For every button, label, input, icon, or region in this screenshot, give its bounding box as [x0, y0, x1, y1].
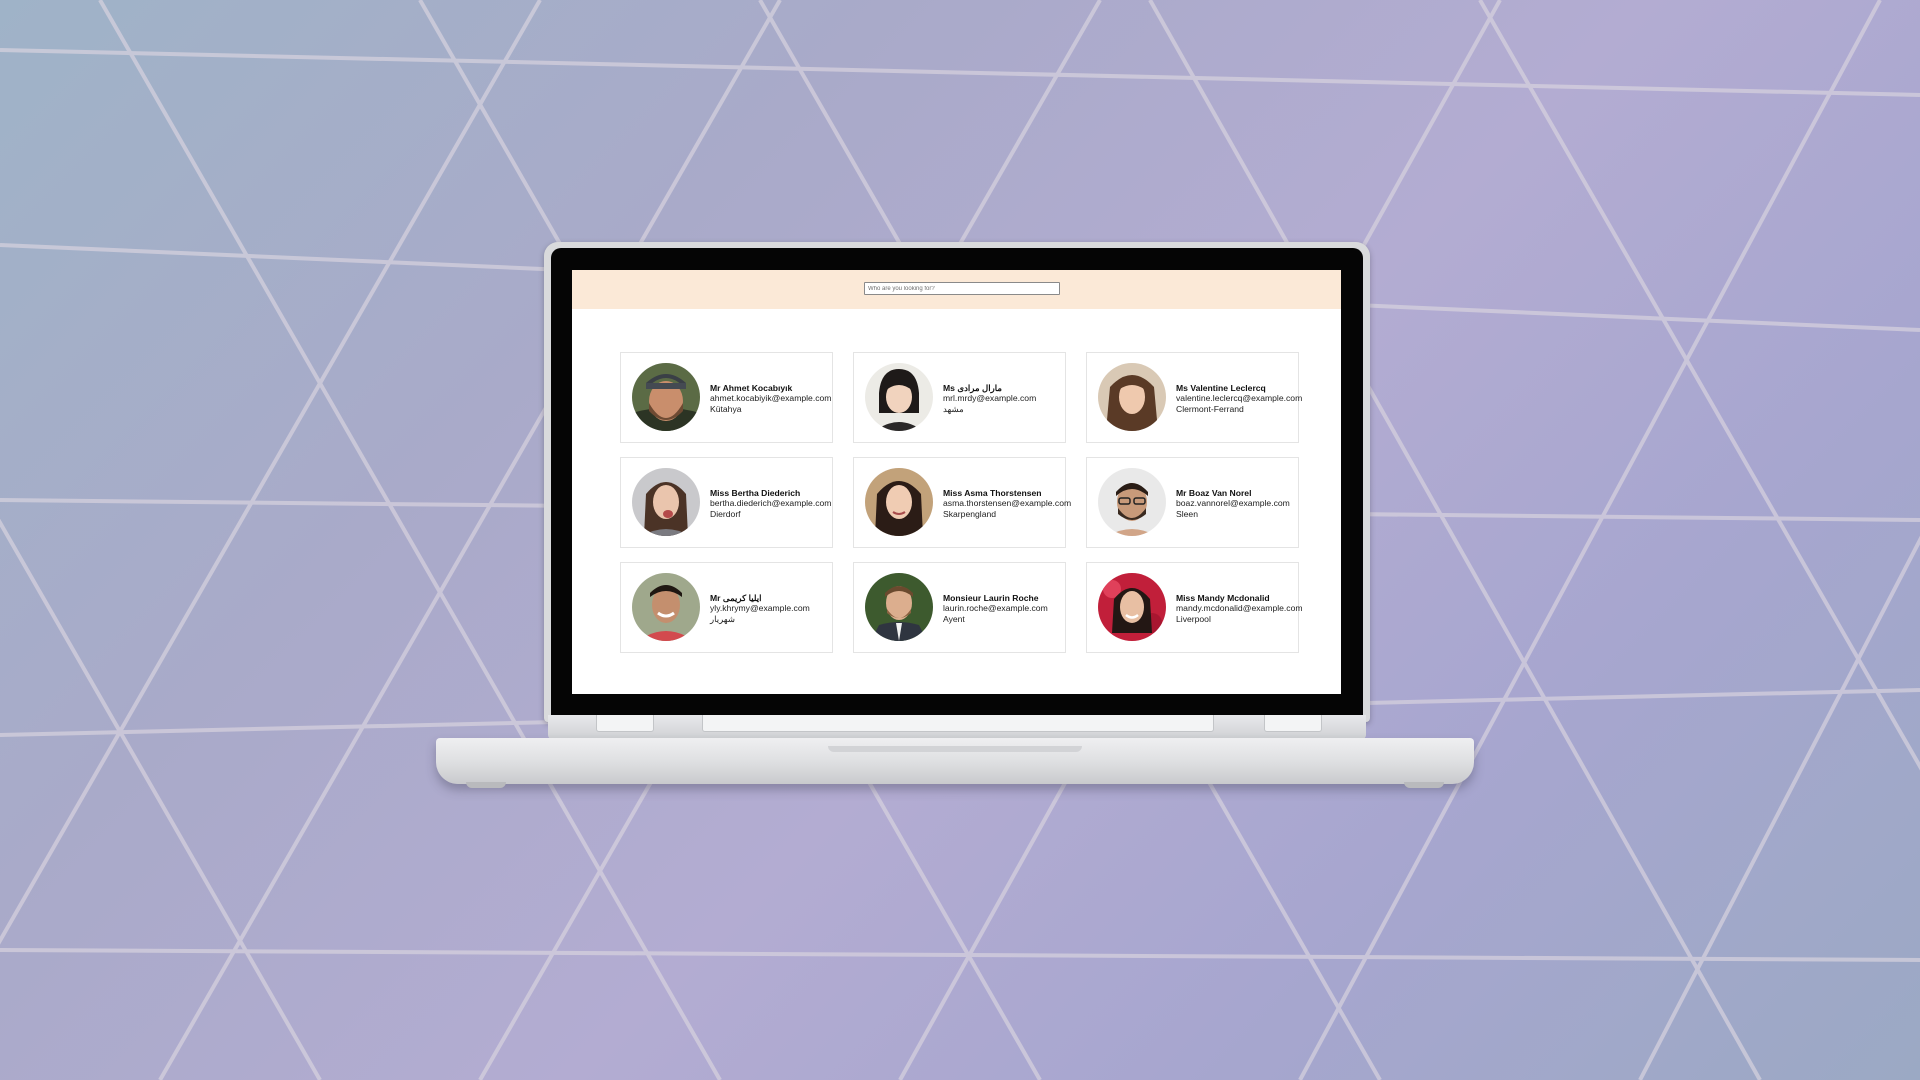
hinge-notch-right — [1264, 715, 1322, 732]
avatar — [865, 363, 933, 431]
avatar — [632, 468, 700, 536]
person-email: bertha.diederich@example.com — [710, 498, 832, 509]
laptop-foot-left — [466, 782, 506, 788]
avatar — [865, 573, 933, 641]
person-card[interactable]: Monsieur Laurin Roche laurin.roche@examp… — [853, 562, 1066, 653]
person-email: valentine.leclercq@example.com — [1176, 393, 1303, 404]
laptop-base — [436, 738, 1474, 784]
person-info: Mr Ahmet Kocabıyık ahmet.kocabiyik@examp… — [710, 383, 832, 414]
avatar — [632, 363, 700, 431]
person-city: Kütahya — [710, 403, 742, 414]
person-name: Ms مارال مرادی — [943, 383, 1003, 393]
person-city: Sleen — [1176, 508, 1198, 519]
person-name: Ms Valentine Leclercq — [1176, 383, 1266, 393]
person-card[interactable]: Miss Asma Thorstensen asma.thorstensen@e… — [853, 457, 1072, 548]
person-info: Mr ایلیا کریمی yly.khrymy@example.com شه… — [710, 593, 830, 624]
person-info: Miss Mandy Mcdonalid mandy.mcdonalid@exa… — [1176, 593, 1303, 624]
person-email: laurin.roche@example.com — [943, 603, 1048, 614]
person-name: Miss Asma Thorstensen — [943, 488, 1042, 498]
person-email: mrl.mrdy@example.com — [943, 393, 1037, 404]
hinge-notch-left — [596, 715, 654, 732]
laptop-screen: Mr Ahmet Kocabıyık ahmet.kocabiyik@examp… — [572, 270, 1341, 694]
avatar — [1098, 573, 1166, 641]
avatar — [865, 468, 933, 536]
person-info: Miss Bertha Diederich bertha.diederich@e… — [710, 488, 832, 519]
person-card[interactable]: Mr ایلیا کریمی yly.khrymy@example.com شه… — [620, 562, 833, 653]
person-info: Mr Boaz Van Norel boaz.vannorel@example.… — [1176, 488, 1296, 519]
hinge-notch-center — [702, 715, 1214, 732]
person-card[interactable]: Miss Bertha Diederich bertha.diederich@e… — [620, 457, 833, 548]
person-city: مشهد — [943, 403, 964, 414]
avatar — [1098, 363, 1166, 431]
person-card[interactable]: Mr Boaz Van Norel boaz.vannorel@example.… — [1086, 457, 1299, 548]
person-info: Ms مارال مرادی mrl.mrdy@example.com مشهد — [943, 383, 1063, 414]
search-input[interactable] — [864, 282, 1060, 295]
person-email: ahmet.kocabiyik@example.com — [710, 393, 832, 404]
person-name: Mr ایلیا کریمی — [710, 593, 762, 603]
person-card[interactable]: Ms مارال مرادی mrl.mrdy@example.com مشهد — [853, 352, 1066, 443]
avatar — [632, 573, 700, 641]
person-city: Clermont-Ferrand — [1176, 403, 1244, 414]
person-card[interactable]: Ms Valentine Leclercq valentine.leclercq… — [1086, 352, 1303, 443]
person-name: Miss Bertha Diederich — [710, 488, 801, 498]
person-name: Mr Ahmet Kocabıyık — [710, 383, 793, 393]
laptop-hinge — [548, 715, 1366, 739]
person-city: شهریار — [710, 613, 736, 624]
person-email: yly.khrymy@example.com — [710, 603, 810, 614]
person-info: Monsieur Laurin Roche laurin.roche@examp… — [943, 593, 1063, 624]
person-email: mandy.mcdonalid@example.com — [1176, 603, 1303, 614]
person-name: Mr Boaz Van Norel — [1176, 488, 1252, 498]
avatar — [1098, 468, 1166, 536]
person-name: Monsieur Laurin Roche — [943, 593, 1039, 603]
person-card[interactable]: Miss Mandy Mcdonalid mandy.mcdonalid@exa… — [1086, 562, 1303, 653]
laptop-foot-right — [1404, 782, 1444, 788]
person-info: Miss Asma Thorstensen asma.thorstensen@e… — [943, 488, 1072, 519]
person-name: Miss Mandy Mcdonalid — [1176, 593, 1270, 603]
person-city: Dierdorf — [710, 508, 741, 519]
person-city: Liverpool — [1176, 613, 1211, 624]
person-card[interactable]: Mr Ahmet Kocabıyık ahmet.kocabiyik@examp… — [620, 352, 833, 443]
person-email: boaz.vannorel@example.com — [1176, 498, 1290, 509]
person-email: asma.thorstensen@example.com — [943, 498, 1072, 509]
app-header — [572, 270, 1341, 309]
person-info: Ms Valentine Leclercq valentine.leclercq… — [1176, 383, 1303, 414]
person-city: Ayent — [943, 613, 965, 624]
person-city: Skarpengland — [943, 508, 997, 519]
